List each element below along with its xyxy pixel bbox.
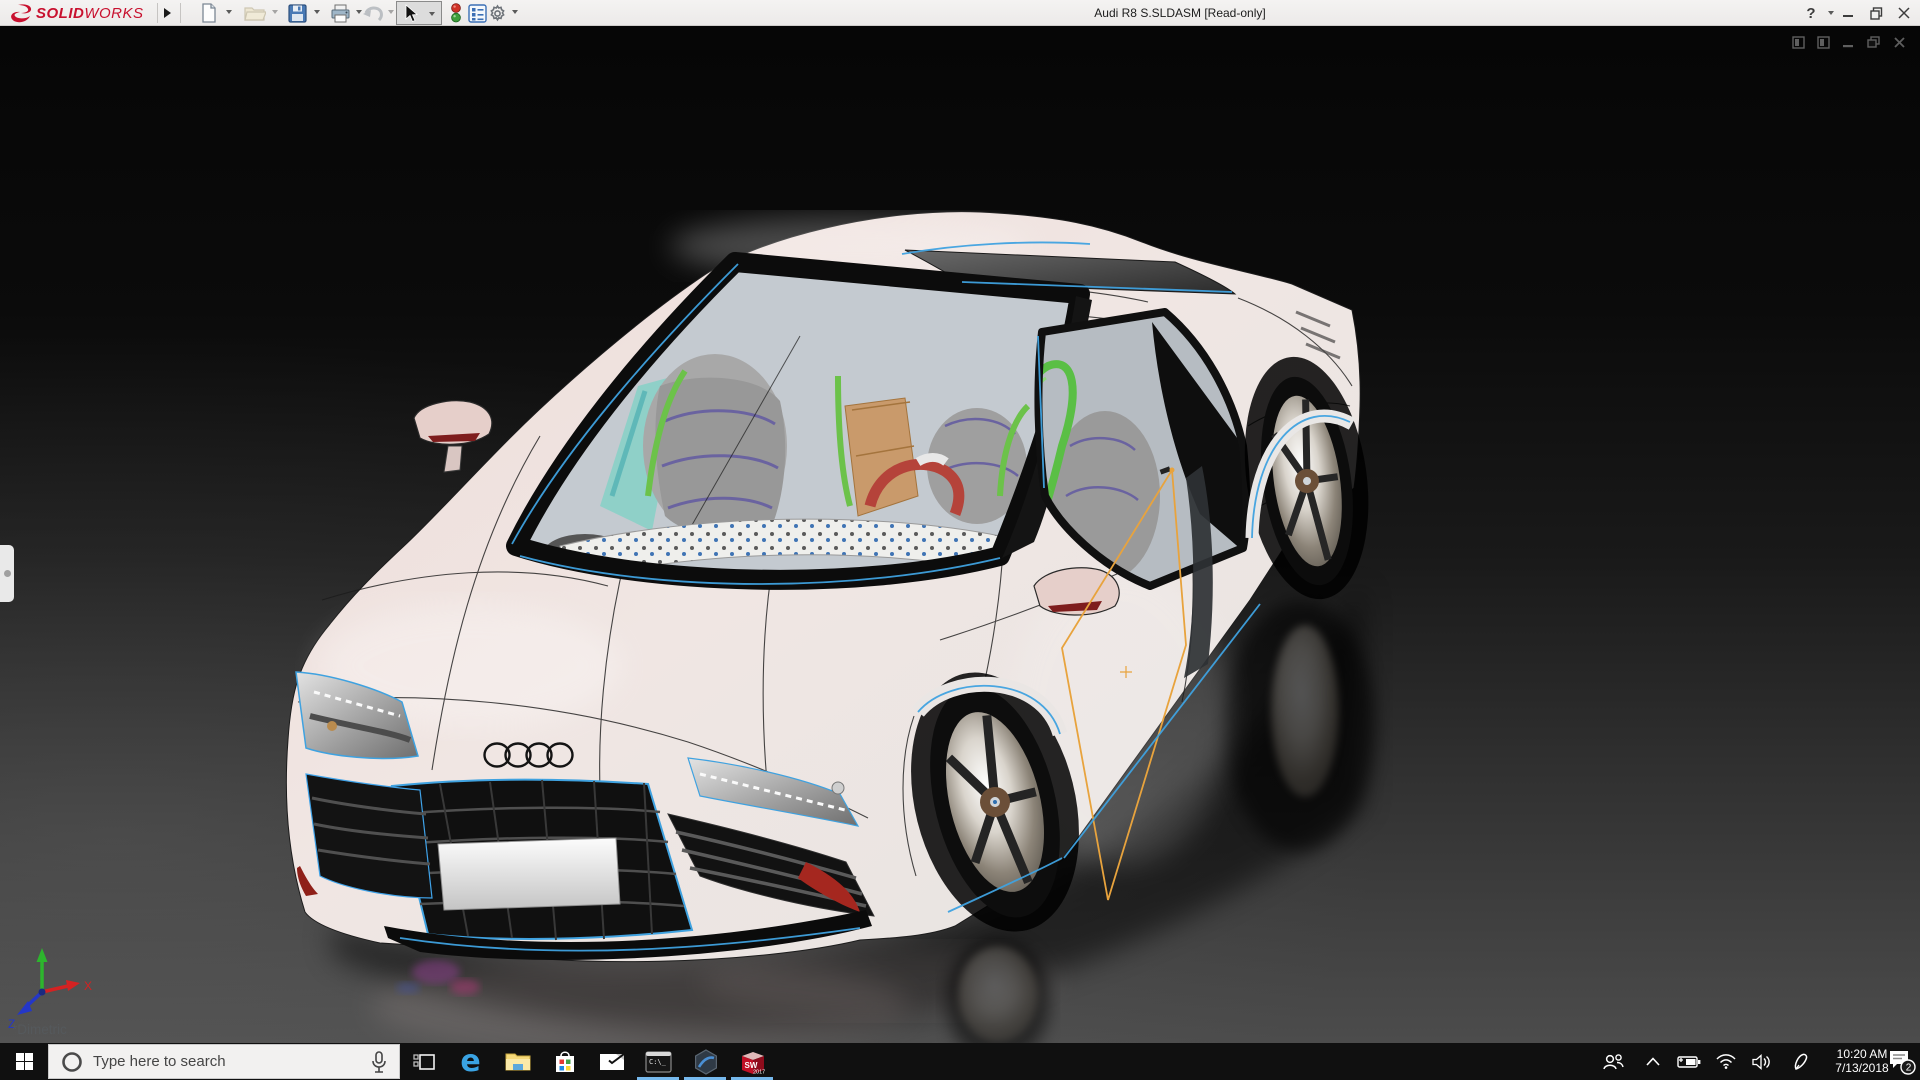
- window-title: Audi R8 S.SLDASM [Read-only]: [1094, 6, 1266, 20]
- solidworks-visualize-button[interactable]: [682, 1043, 729, 1080]
- document-window-icon[interactable]: [1792, 36, 1805, 49]
- people-button[interactable]: [1596, 1043, 1630, 1080]
- new-document-icon: [202, 3, 216, 23]
- solidworks-2017-button[interactable]: SW 2017: [729, 1043, 776, 1080]
- file-explorer-button[interactable]: [494, 1043, 541, 1080]
- feature-tree-collapsed-tab[interactable]: [0, 545, 14, 602]
- save-floppy-icon: [288, 3, 307, 23]
- windows-ink-button[interactable]: [1784, 1043, 1818, 1080]
- windows-logo-icon: [15, 1053, 33, 1070]
- save-dropdown[interactable]: [314, 10, 320, 14]
- microphone-icon[interactable]: [371, 1050, 387, 1073]
- brand-solid: SOLID: [36, 4, 85, 22]
- close-icon: [1898, 7, 1910, 19]
- menu-flyout-arrow[interactable]: [162, 3, 172, 23]
- license-plate: [437, 837, 621, 911]
- triad-x-label: X: [84, 979, 92, 993]
- minimize-button[interactable]: [1834, 0, 1862, 26]
- hexagon-app-icon: [694, 1048, 717, 1075]
- print-icon: [331, 4, 350, 22]
- speaker-icon: [1752, 1053, 1770, 1070]
- command-prompt-button[interactable]: C:\_: [635, 1043, 682, 1080]
- minimize-icon: [1843, 15, 1853, 17]
- volume-button[interactable]: [1745, 1043, 1779, 1080]
- graphics-area[interactable]: X Z *Dimetric: [0, 26, 1920, 1043]
- orientation-triad: X Z: [8, 948, 92, 1031]
- mail-button[interactable]: [588, 1043, 635, 1080]
- new-document-dropdown[interactable]: [226, 10, 232, 14]
- solidworks-2017-icon: SW 2017: [741, 1051, 765, 1075]
- view-orientation-label: *Dimetric: [12, 1022, 67, 1037]
- open-folder-icon: [244, 7, 266, 21]
- command-prompt-icon: C:\_: [645, 1050, 672, 1073]
- chevron-up-icon: [1646, 1057, 1660, 1066]
- action-center-button[interactable]: 2: [1884, 1043, 1920, 1080]
- store-button[interactable]: [541, 1043, 588, 1080]
- open-button[interactable]: [244, 3, 266, 23]
- file-properties-button[interactable]: [468, 3, 487, 23]
- pen-icon: [1794, 1053, 1808, 1070]
- titlebar: SOLID WORKS Audi R8 S.SLDASM [Read-only]…: [0, 0, 1920, 26]
- undo-button[interactable]: [362, 3, 384, 23]
- windows-taskbar: e C:\_: [0, 1043, 1920, 1080]
- print-button[interactable]: [330, 3, 351, 23]
- wifi-button[interactable]: [1709, 1043, 1743, 1080]
- document-window-controls: [1792, 36, 1906, 49]
- doc-close-icon[interactable]: [1893, 36, 1906, 49]
- edge-button[interactable]: e: [447, 1043, 494, 1080]
- notification-count: 2: [1906, 1062, 1912, 1073]
- select-dropdown[interactable]: [429, 12, 435, 16]
- restore-button[interactable]: [1862, 0, 1890, 26]
- new-document-button[interactable]: [200, 3, 218, 23]
- task-view-icon: [412, 1053, 435, 1070]
- start-button[interactable]: [0, 1043, 48, 1080]
- wifi-icon: [1716, 1054, 1736, 1069]
- restore-icon: [1869, 6, 1882, 20]
- taskbar-search[interactable]: [48, 1044, 400, 1079]
- options-button[interactable]: [488, 3, 507, 23]
- doc-minimize-icon[interactable]: [1842, 36, 1855, 49]
- stoplight-icon: [451, 3, 461, 23]
- car-model-render[interactable]: X Z *Dimetric: [0, 26, 1920, 1043]
- brand-works: WORKS: [84, 4, 144, 22]
- file-properties-icon: [468, 3, 487, 23]
- help-button[interactable]: ?: [1796, 0, 1826, 26]
- cmd-prompt-text: C:\_: [649, 1058, 667, 1066]
- show-hidden-icons-button[interactable]: [1636, 1043, 1670, 1080]
- select-tool-active[interactable]: [396, 1, 442, 25]
- tab-handle-dot: [4, 570, 11, 577]
- left-mirror: [413, 400, 493, 473]
- cortana-icon: [62, 1051, 82, 1072]
- edge-icon: e: [460, 1043, 481, 1079]
- mail-icon: [599, 1052, 625, 1070]
- select-cursor-icon: [405, 4, 418, 23]
- file-explorer-icon: [505, 1053, 530, 1071]
- document-window-icon[interactable]: [1817, 36, 1830, 49]
- doc-restore-icon[interactable]: [1867, 36, 1881, 49]
- people-icon: [1603, 1053, 1624, 1069]
- ds-logo-icon: [11, 4, 32, 23]
- solidworks-logo: SOLID WORKS: [10, 0, 144, 26]
- open-dropdown[interactable]: [272, 10, 278, 14]
- store-icon: [555, 1050, 574, 1072]
- battery-button[interactable]: [1672, 1043, 1706, 1080]
- battery-charging-icon: [1677, 1055, 1701, 1068]
- undo-dropdown[interactable]: [388, 10, 394, 14]
- sw-year: 2017: [753, 1069, 765, 1075]
- front-grille: [390, 778, 694, 941]
- close-button[interactable]: [1890, 0, 1918, 26]
- help-glyph: ?: [1806, 4, 1816, 22]
- gear-icon: [490, 3, 505, 21]
- search-input[interactable]: [93, 1053, 371, 1070]
- options-dropdown[interactable]: [512, 10, 518, 14]
- action-center-icon: 2: [1890, 1050, 1916, 1075]
- save-button[interactable]: [288, 3, 307, 23]
- rebuild-stoplight-button[interactable]: [450, 3, 462, 23]
- windshield: [506, 252, 1090, 590]
- undo-arrow-icon: [363, 6, 383, 22]
- task-view-button[interactable]: [400, 1043, 447, 1080]
